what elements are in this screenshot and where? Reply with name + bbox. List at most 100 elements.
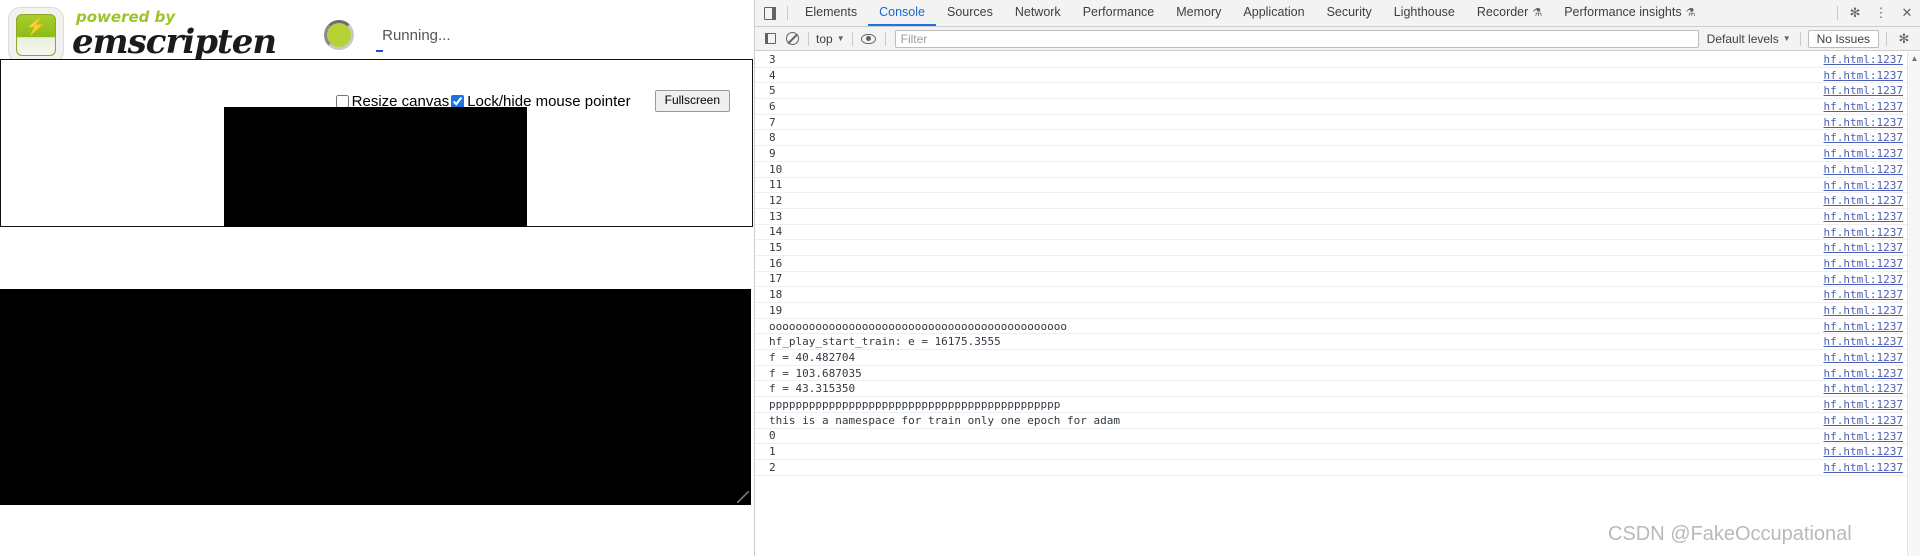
console-log-row: 11 hf.html:1237 [755, 178, 1920, 194]
console-log-message: f = 40.482704 [769, 350, 856, 364]
console-source-link[interactable]: hf.html:1237 [1824, 273, 1903, 286]
scroll-up-arrow-icon[interactable]: ▲ [1910, 54, 1919, 63]
devtools-close-icon[interactable]: ✕ [1894, 0, 1920, 26]
tab-security[interactable]: Security [1316, 0, 1383, 26]
console-log-row: hf_play_start_train: e = 16175.3555 hf.ht… [755, 334, 1920, 351]
toolbar-divider-4 [1799, 31, 1801, 46]
console-sidebar-icon[interactable] [759, 33, 781, 44]
console-log-message: hf_play_start_train: e = 16175.3555 [769, 335, 1001, 349]
console-log-message: 1 [769, 445, 776, 459]
console-source-link[interactable]: hf.html:1237 [1824, 100, 1903, 113]
console-log-message: f = 43.315350 [769, 382, 856, 396]
log-levels-label: Default levels [1706, 31, 1779, 46]
tabbar-divider-right [1837, 6, 1838, 20]
tab-performance-insights[interactable]: Performance insights ⚗ [1553, 0, 1706, 26]
loading-spinner-icon [324, 20, 355, 50]
console-source-link[interactable]: hf.html:1237 [1824, 288, 1903, 301]
flask-icon: ⚗ [1685, 6, 1696, 19]
console-log-row: 17 hf.html:1237 [755, 272, 1920, 288]
devtools-settings-icon[interactable]: ✻ [1842, 0, 1868, 26]
toolbar-divider-5 [1886, 31, 1887, 46]
console-log-row: 9 hf.html:1237 [755, 146, 1920, 162]
tab-application[interactable]: Application [1232, 0, 1315, 26]
console-log-message: 2 [769, 460, 776, 474]
console-source-link[interactable]: hf.html:1237 [1824, 210, 1903, 223]
toolbar-divider-1 [808, 31, 809, 46]
screenshot-root: ⚡ powered by emscripten Running... Resiz… [0, 0, 1920, 556]
filter-input[interactable] [894, 29, 1699, 48]
tab-label: Application [1243, 5, 1305, 19]
sidebar-glyph [764, 33, 776, 44]
console-log-row: 6 hf.html:1237 [755, 99, 1920, 115]
fullscreen-button[interactable]: Fullscreen [654, 90, 730, 112]
clear-console-icon[interactable] [781, 32, 803, 45]
console-log-row: f = 43.315350 hf.html:1237 [755, 381, 1920, 398]
console-log-message: 9 [769, 146, 776, 160]
tab-label: Recorder [1476, 5, 1529, 19]
console-source-link[interactable]: hf.html:1237 [1824, 367, 1903, 380]
tab-memory[interactable]: Memory [1165, 0, 1232, 26]
chevron-down-icon: ▼ [836, 34, 845, 43]
console-source-link[interactable]: hf.html:1237 [1824, 131, 1903, 144]
console-source-link[interactable]: hf.html:1237 [1824, 241, 1903, 254]
status-text: Running... [382, 26, 451, 44]
console-source-link[interactable]: hf.html:1237 [1824, 257, 1903, 270]
tab-console[interactable]: Console [868, 0, 936, 26]
console-log-message: oooooooooooooooooooooooooooooooooooooooo… [769, 319, 1068, 333]
resize-handle[interactable] [737, 491, 749, 503]
canvas-container: Resize canvas Lock/hide mouse pointer Fu… [0, 59, 753, 227]
bolt-glyph: ⚡ [25, 17, 47, 36]
console-log-message: 17 [769, 272, 783, 286]
console-source-link[interactable]: hf.html:1237 [1824, 351, 1903, 364]
tab-sources[interactable]: Sources [936, 0, 1004, 26]
tab-label: Memory [1176, 5, 1222, 19]
lock-pointer-checkbox[interactable] [451, 94, 465, 108]
no-entry-glyph [785, 32, 799, 45]
console-source-link[interactable]: hf.html:1237 [1824, 147, 1903, 160]
console-source-link[interactable]: hf.html:1237 [1824, 320, 1903, 333]
log-levels-select[interactable]: Default levels ▼ [1703, 32, 1795, 46]
console-log-row: 16 hf.html:1237 [755, 256, 1920, 272]
issues-button[interactable]: No Issues [1807, 29, 1879, 48]
live-expression-icon[interactable] [858, 33, 880, 44]
console-source-link[interactable]: hf.html:1237 [1824, 414, 1903, 427]
resize-canvas-checkbox[interactable] [335, 94, 349, 108]
console-log-message: pppppppppppppppppppppppppppppppppppppppp… [769, 397, 1061, 411]
toolbar-divider-3 [884, 31, 886, 46]
console-log-message: 16 [769, 256, 783, 270]
console-source-link[interactable]: hf.html:1237 [1824, 430, 1903, 443]
console-source-link[interactable]: hf.html:1237 [1824, 194, 1903, 207]
console-source-link[interactable]: hf.html:1237 [1824, 179, 1903, 192]
tab-recorder[interactable]: Recorder ⚗ [1466, 0, 1553, 26]
console-settings-icon[interactable]: ✻ [1892, 31, 1916, 47]
devtools-more-icon[interactable]: ⋮ [1868, 0, 1894, 26]
tab-lighthouse[interactable]: Lighthouse [1383, 0, 1466, 26]
console-source-link[interactable]: hf.html:1237 [1824, 461, 1903, 474]
tab-label: Elements [805, 5, 858, 19]
console-source-link[interactable]: hf.html:1237 [1824, 445, 1903, 458]
tab-label: Console [879, 5, 925, 19]
devtools-tab-list: Elements Console Sources Network Performance… [794, 0, 1706, 26]
console-source-link[interactable]: hf.html:1237 [1824, 116, 1903, 129]
tab-label: Network [1014, 5, 1061, 19]
console-source-link[interactable]: hf.html:1237 [1824, 335, 1903, 348]
console-source-link[interactable]: hf.html:1237 [1824, 53, 1903, 66]
console-source-link[interactable]: hf.html:1237 [1824, 84, 1903, 97]
program-output-textarea[interactable] [0, 289, 751, 505]
console-scrollbar[interactable]: ▲ [1907, 52, 1920, 556]
console-source-link[interactable]: hf.html:1237 [1824, 226, 1903, 239]
console-source-link[interactable]: hf.html:1237 [1824, 304, 1903, 317]
console-source-link[interactable]: hf.html:1237 [1824, 69, 1903, 82]
chevron-down-icon-levels: ▼ [1782, 34, 1791, 43]
tab-performance[interactable]: Performance [1072, 0, 1166, 26]
webgl-canvas[interactable] [224, 107, 527, 227]
dock-glyph [764, 6, 776, 20]
console-log-list: 3 hf.html:1237 4 hf.html:1237 5 hf.html:1237 6… [755, 52, 1920, 556]
dock-icon[interactable] [755, 0, 785, 26]
tab-elements[interactable]: Elements [794, 0, 868, 26]
console-source-link[interactable]: hf.html:1237 [1824, 382, 1903, 395]
console-source-link[interactable]: hf.html:1237 [1824, 163, 1903, 176]
execution-context-select[interactable]: top ▼ [814, 32, 847, 46]
console-source-link[interactable]: hf.html:1237 [1824, 398, 1903, 411]
tab-network[interactable]: Network [1004, 0, 1072, 26]
